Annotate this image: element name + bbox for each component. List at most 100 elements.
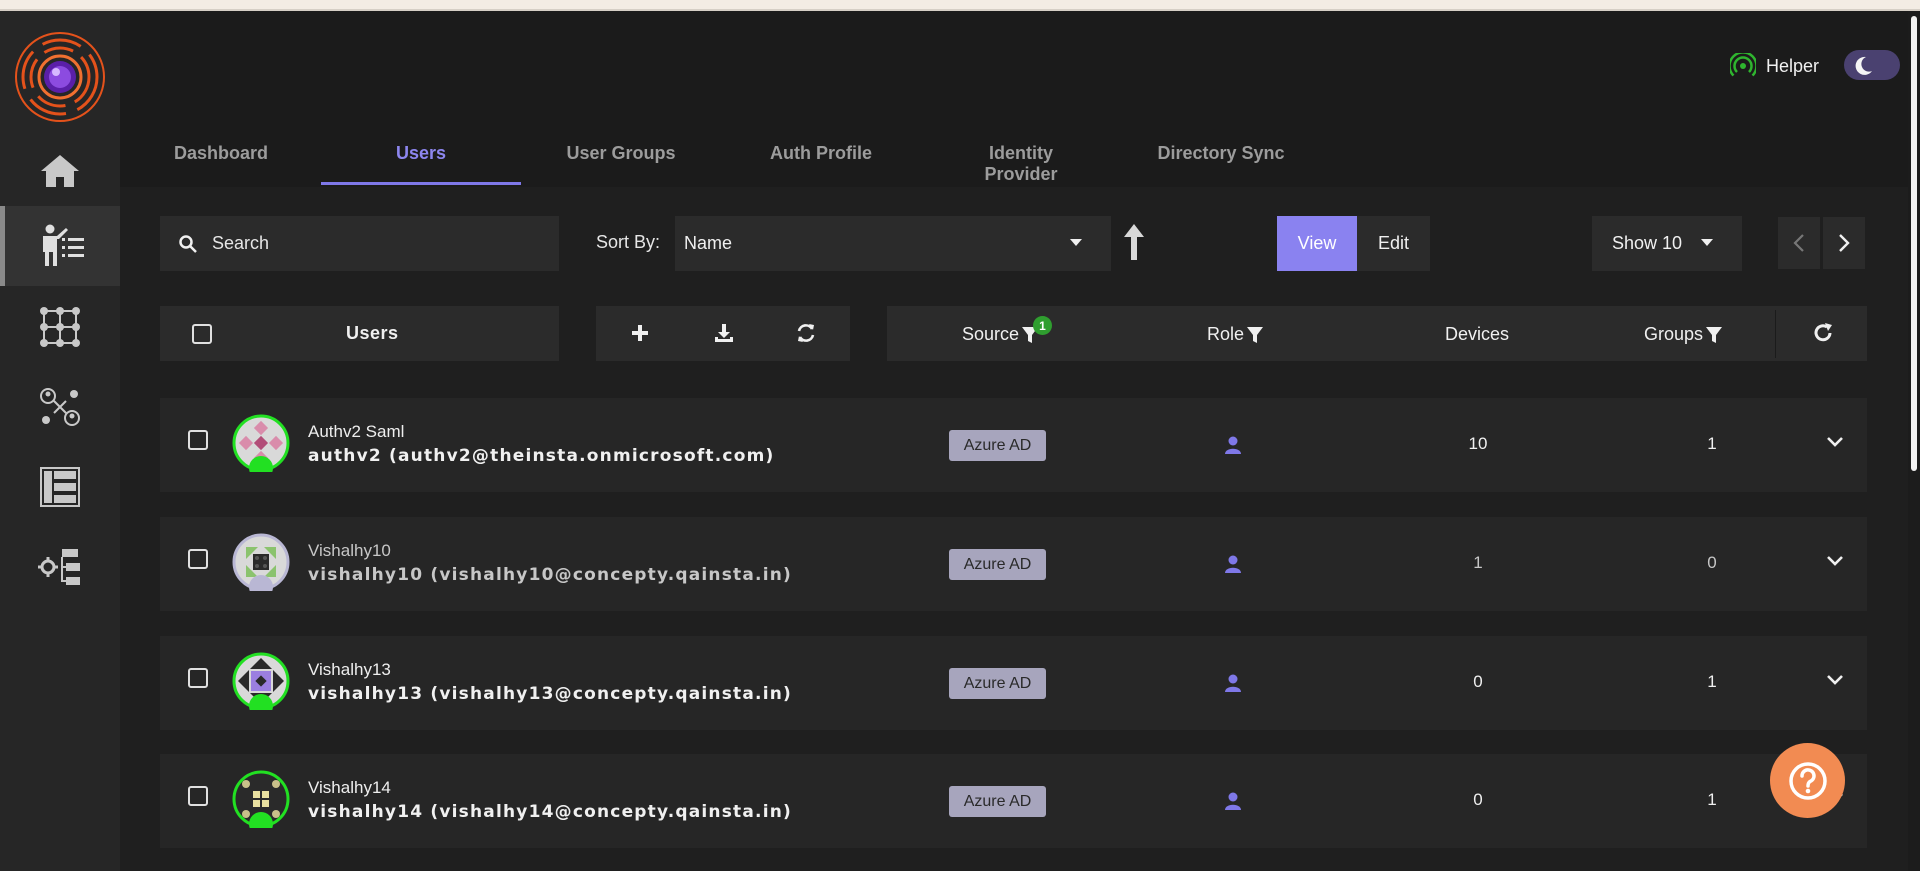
sidebar — [0, 11, 120, 871]
row-checkbox[interactable] — [188, 549, 208, 569]
page-size-value: Show 10 — [1612, 233, 1683, 253]
search-icon — [179, 234, 197, 253]
arrow-up-icon — [1124, 224, 1144, 260]
user-name: Vishalhy13 — [308, 660, 391, 679]
user-list-icon — [42, 224, 84, 266]
user-role-icon — [1225, 555, 1241, 573]
data-column-header: Source 1 Role Devices Groups — [887, 306, 1867, 361]
source-column-label: Source — [962, 324, 1020, 344]
add-user-icon[interactable] — [631, 324, 649, 342]
devices-count: 0 — [1473, 790, 1483, 809]
sidebar-item-users[interactable] — [0, 206, 120, 286]
user-role-icon — [1225, 792, 1241, 810]
question-icon — [1788, 761, 1827, 800]
filter-icon[interactable] — [1247, 326, 1264, 344]
sort-direction-button[interactable] — [1122, 222, 1146, 267]
user-role-icon — [1225, 674, 1241, 692]
sort-by-select[interactable]: Name — [675, 216, 1111, 271]
devices-column-label: Devices — [1445, 324, 1510, 344]
view-mode-button[interactable]: View — [1277, 216, 1357, 271]
filter-icon[interactable] — [1706, 326, 1723, 344]
page-size-select[interactable]: Show 10 — [1592, 216, 1742, 271]
user-email: authv2 (authv2@theinsta.onmicrosoft.com) — [308, 446, 775, 466]
helper-link[interactable]: Helper — [1730, 53, 1819, 79]
source-badge: Azure AD — [949, 430, 1046, 461]
theme-toggle[interactable] — [1844, 50, 1900, 80]
search-input[interactable] — [210, 232, 534, 255]
user-name: Vishalhy10 — [308, 541, 391, 560]
user-email: vishalhy13 (vishalhy13@concepty.qainsta.… — [308, 684, 793, 704]
groups-column-header[interactable]: Groups — [1644, 324, 1723, 345]
sort-by-value: Name — [684, 233, 733, 253]
search-box[interactable] — [160, 216, 559, 271]
prev-page-button[interactable] — [1778, 217, 1820, 269]
active-tab-indicator — [321, 182, 521, 185]
source-column-header[interactable]: Source — [962, 324, 1039, 345]
user-network-icon — [40, 388, 80, 426]
row-checkbox[interactable] — [188, 786, 208, 806]
download-icon[interactable] — [714, 323, 734, 343]
user-avatar — [232, 414, 290, 472]
chevron-right-icon — [1839, 234, 1850, 252]
role-column-header[interactable]: Role — [1207, 324, 1264, 345]
app-logo[interactable] — [14, 31, 106, 123]
groups-count: 1 — [1707, 790, 1717, 809]
tab-auth-profile[interactable]: Auth Profile — [760, 143, 882, 183]
refresh-icon[interactable] — [1812, 322, 1834, 344]
sidebar-item-settings-tree[interactable] — [0, 527, 120, 607]
select-all-checkbox[interactable] — [192, 324, 212, 344]
chevron-down-icon[interactable] — [1826, 674, 1844, 686]
user-name: Authv2 Saml — [308, 422, 405, 441]
row-checkbox[interactable] — [188, 430, 208, 450]
users-column-label: Users — [346, 323, 399, 343]
moon-icon — [1855, 56, 1872, 75]
sync-icon[interactable] — [796, 323, 816, 343]
help-button[interactable] — [1770, 743, 1845, 818]
broadcast-icon — [1730, 53, 1756, 77]
chevron-down-icon[interactable] — [1826, 436, 1844, 448]
chevron-down-icon[interactable] — [1826, 555, 1844, 567]
source-badge: Azure AD — [949, 786, 1046, 817]
caret-down-icon — [1701, 239, 1713, 246]
scrollbar-thumb[interactable] — [1911, 16, 1917, 471]
groups-count: 1 — [1707, 434, 1717, 453]
table-row[interactable]: Vishalhy13 vishalhy13 (vishalhy13@concep… — [160, 636, 1867, 730]
browser-top-strip — [0, 0, 1920, 11]
table-list-icon — [40, 467, 80, 507]
next-page-button[interactable] — [1823, 217, 1865, 269]
caret-down-icon — [1070, 239, 1082, 246]
gear-tree-icon — [38, 549, 80, 585]
groups-column-label: Groups — [1644, 324, 1704, 344]
source-filter-badge: 1 — [1033, 316, 1052, 335]
devices-count: 0 — [1473, 672, 1483, 691]
source-badge: Azure AD — [949, 668, 1046, 699]
sidebar-item-list[interactable] — [0, 447, 120, 527]
groups-count: 1 — [1707, 672, 1717, 691]
header-divider — [1775, 310, 1776, 358]
sidebar-item-grid[interactable] — [0, 287, 120, 367]
grid-network-icon — [40, 307, 80, 347]
table-row[interactable]: Authv2 Saml authv2 (authv2@theinsta.onmi… — [160, 398, 1867, 492]
tab-identity-provider[interactable]: Identity Provider — [950, 143, 1092, 184]
groups-count: 0 — [1707, 553, 1717, 572]
tab-directory-sync[interactable]: Directory Sync — [1150, 143, 1292, 183]
sidebar-item-home[interactable] — [0, 131, 120, 211]
row-checkbox[interactable] — [188, 668, 208, 688]
helper-label: Helper — [1766, 55, 1820, 76]
user-email: vishalhy10 (vishalhy10@concepty.qainsta.… — [308, 565, 793, 585]
tab-users[interactable]: Users — [321, 143, 521, 183]
users-column-header: Users — [160, 306, 559, 361]
tab-dashboard[interactable]: Dashboard — [160, 143, 282, 183]
user-name: Vishalhy14 — [308, 778, 391, 797]
devices-count: 1 — [1473, 553, 1483, 572]
tab-user-groups[interactable]: User Groups — [560, 143, 682, 183]
table-row[interactable]: Vishalhy10 vishalhy10 (vishalhy10@concep… — [160, 517, 1867, 611]
edit-mode-button[interactable]: Edit — [1357, 216, 1430, 271]
user-role-icon — [1225, 436, 1241, 454]
devices-column-header: Devices — [1445, 324, 1509, 345]
user-avatar — [232, 652, 290, 710]
table-row[interactable]: Vishalhy14 vishalhy14 (vishalhy14@concep… — [160, 754, 1867, 848]
sidebar-item-user-network[interactable] — [0, 367, 120, 447]
user-email: vishalhy14 (vishalhy14@concepty.qainsta.… — [308, 802, 793, 822]
sort-by-label: Sort By: — [596, 232, 661, 252]
